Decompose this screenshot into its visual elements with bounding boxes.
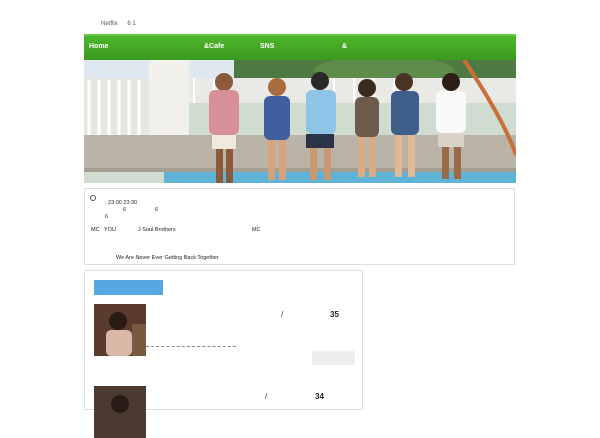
article-number: 35 (330, 310, 339, 319)
thumbnail-photo (94, 386, 146, 438)
hero-image (84, 60, 516, 183)
main-nav-bar: Home &Cafe SNS & (84, 34, 516, 60)
info-line2-a: 6 (123, 207, 127, 213)
article-caption-line (146, 343, 236, 347)
article-thumbnail[interactable] (94, 386, 146, 438)
netflix-label[interactable]: Netflix (101, 21, 118, 27)
group-name: J Soul Brothers (138, 227, 176, 233)
info-line3: 6 (105, 214, 109, 220)
broadcast-time: : 23:00 23:30 (105, 200, 138, 206)
top-info-line: Netflix 6 1 (101, 21, 144, 27)
mc2-label: MC (252, 227, 261, 233)
article-more-button[interactable] (312, 351, 355, 365)
nav-item-and[interactable]: & (342, 43, 347, 50)
nav-item-home[interactable]: Home (89, 43, 108, 50)
article-thumbnail[interactable] (94, 304, 146, 356)
mc-label: MC (91, 227, 100, 233)
nav-item-cafe[interactable]: &Cafe (204, 43, 224, 50)
info-line2-b: 6 (155, 207, 159, 213)
article-list-card: / 35 / 34 (84, 270, 363, 438)
circle-bullet-icon (90, 195, 96, 201)
hero-photo-illustration (84, 60, 516, 183)
song-title: We Are Never Ever Getting Back Together (116, 255, 219, 261)
program-info-box: : 23:00 23:30 6 6 6 MC YOU J Soul Brothe… (84, 188, 515, 265)
mc-name: YOU (104, 227, 116, 233)
article-slash: / (281, 310, 284, 319)
top-extra-text: 6 1 (127, 21, 136, 27)
nav-item-sns[interactable]: SNS (260, 43, 274, 50)
thumbnail-photo (94, 304, 146, 356)
section-header-bar (94, 280, 163, 295)
